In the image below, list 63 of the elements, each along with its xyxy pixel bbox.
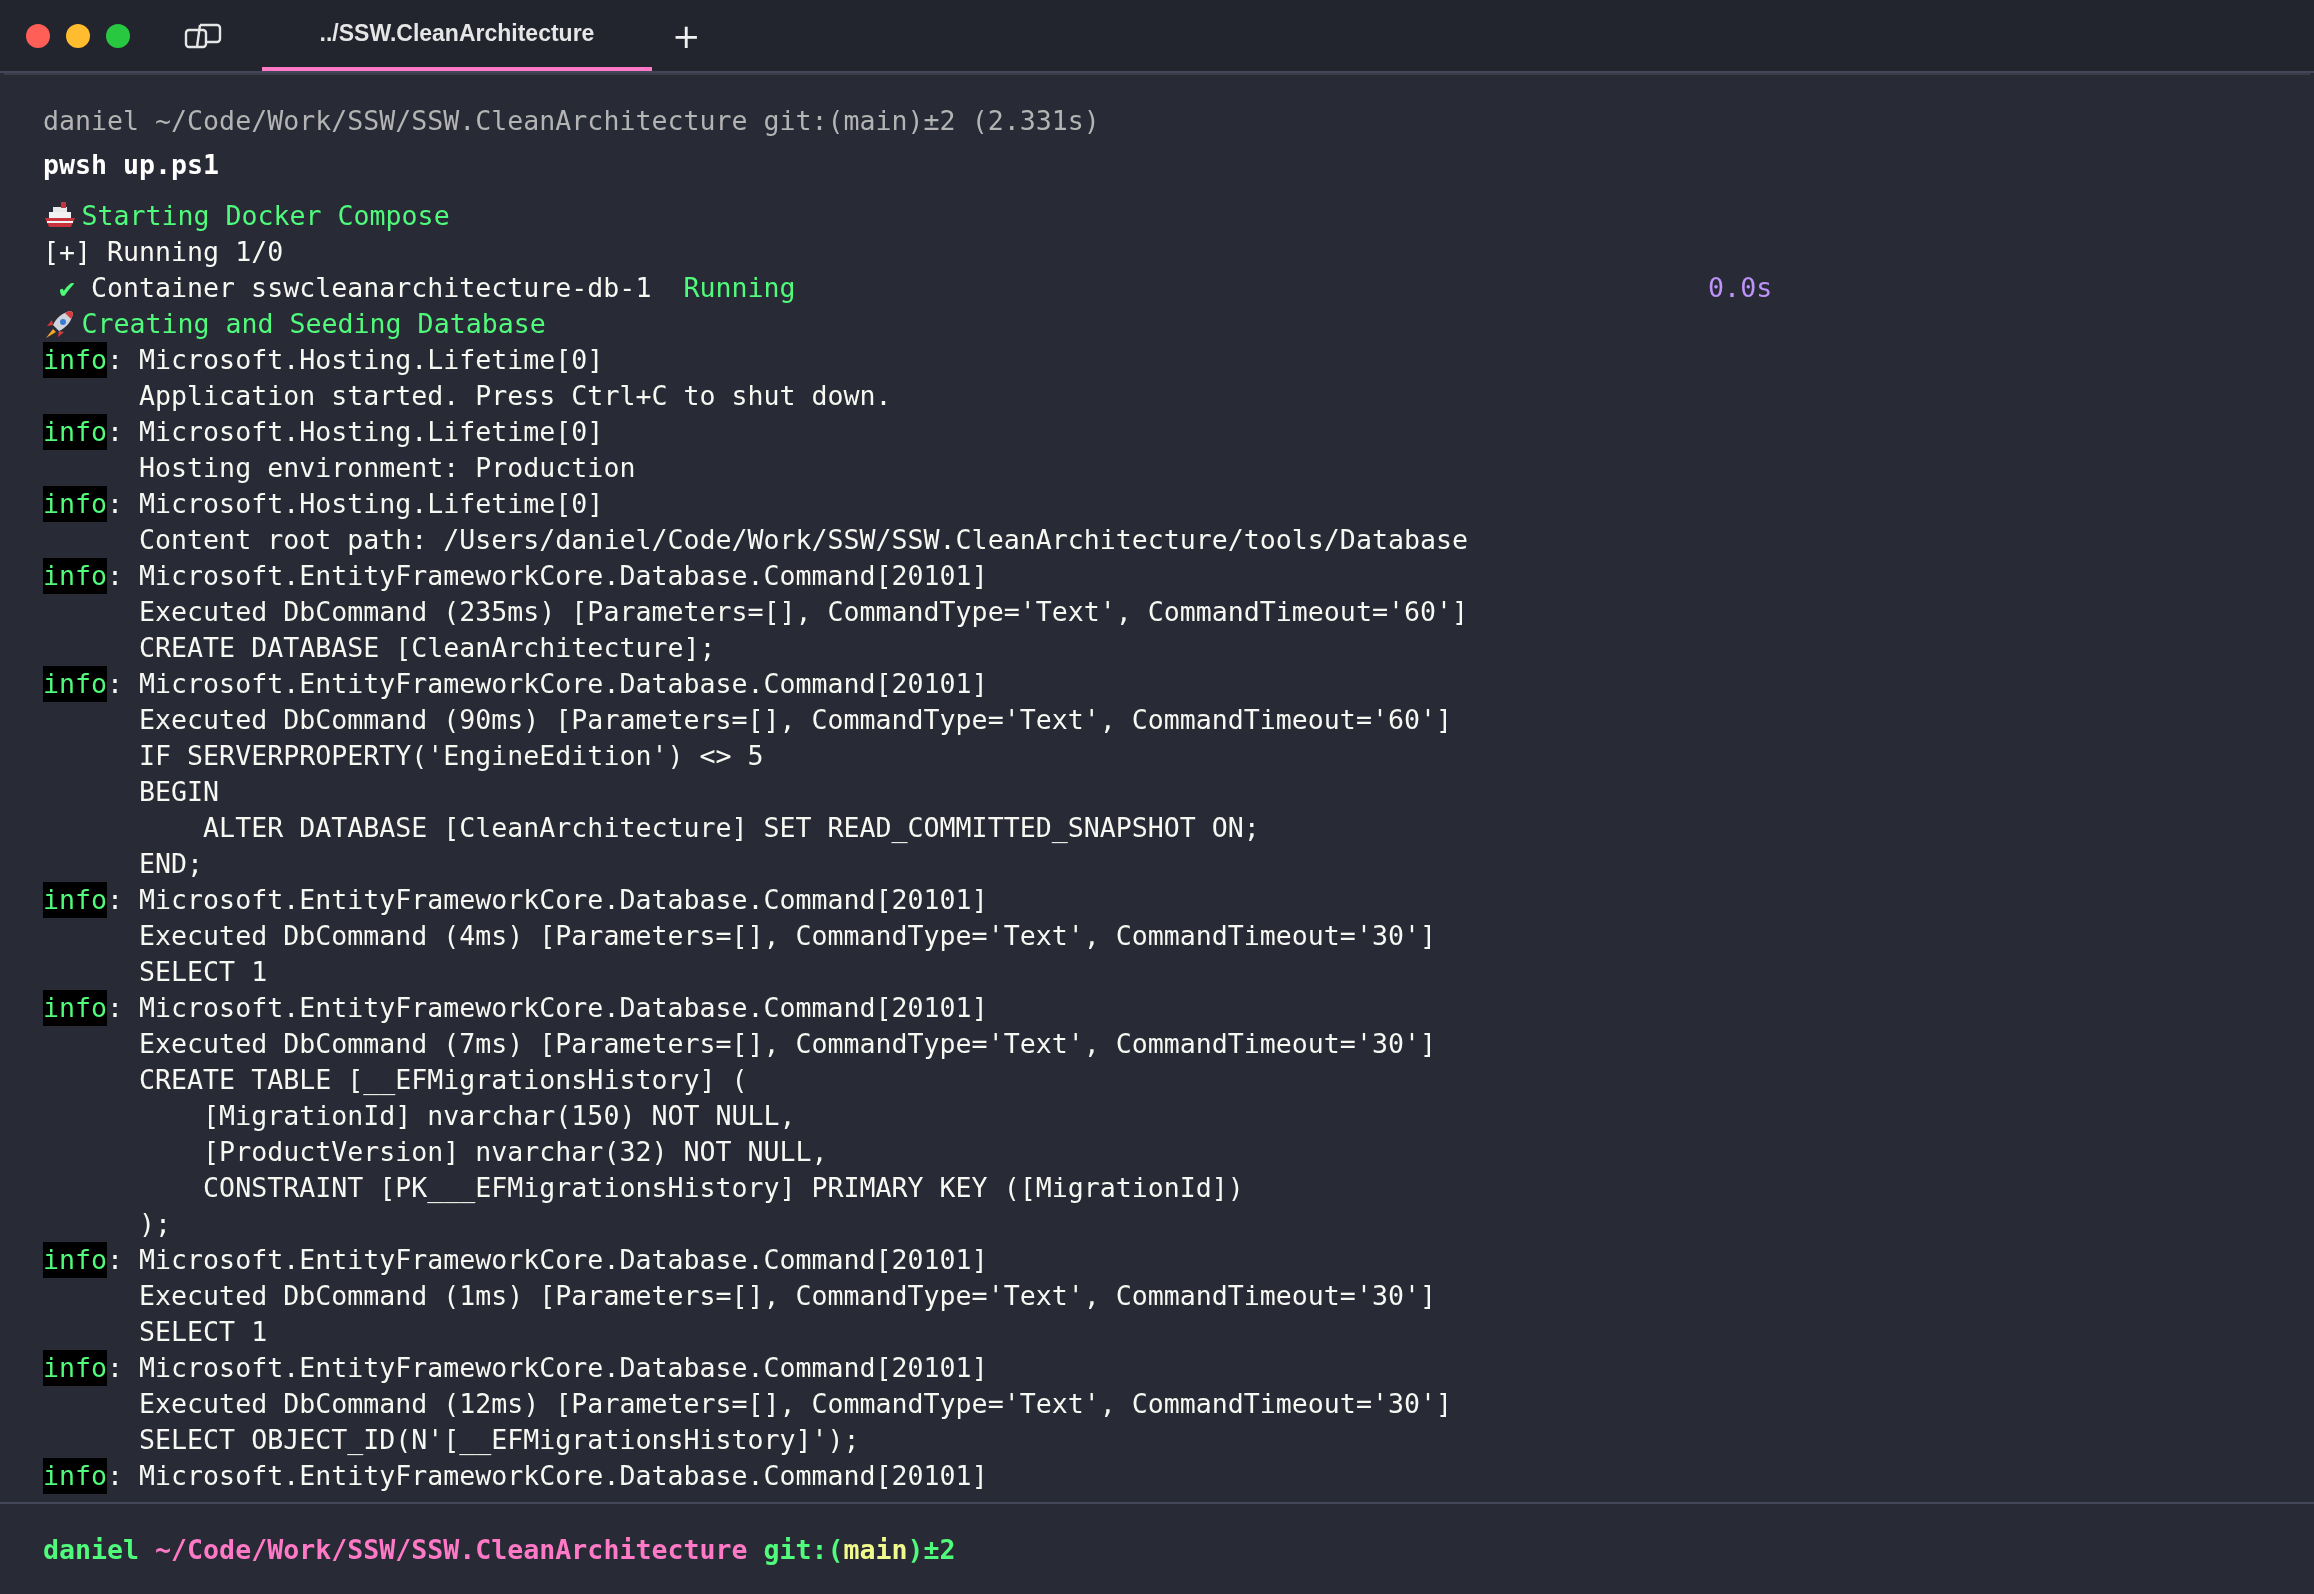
log-message: CREATE DATABASE [CleanArchitecture];: [139, 631, 716, 665]
log-message: );: [139, 1207, 172, 1241]
log-level: info: [43, 558, 108, 594]
log-message: Content root path: /Users/daniel/Code/Work/SSW/SSW.CleanArchitecture/tools/Database: [139, 523, 1468, 557]
log-level: info: [43, 990, 108, 1026]
log-level: info: [43, 1350, 108, 1386]
log-source: : Microsoft.EntityFrameworkCore.Database.Command[20101]: [107, 667, 988, 701]
log-message: SELECT 1: [139, 1315, 268, 1349]
prompt-path: ~/Code/Work/SSW/SSW.CleanArchitecture: [155, 1533, 748, 1565]
duration-text: 0.0s: [1708, 271, 1773, 305]
log-message: Executed DbCommand (7ms) [Parameters=[], CommandType='Text', CommandTimeout='30']: [139, 1027, 1436, 1061]
tab[interactable]: ../SSW.CleanArchitecture: [262, 0, 652, 71]
container-name: Container sswcleanarchitecture-db-1: [91, 271, 652, 305]
log-source: : Microsoft.EntityFrameworkCore.Database.Command[20101]: [107, 559, 988, 593]
command-text: pwsh up.ps1: [43, 148, 220, 182]
status-text: Running: [683, 271, 796, 305]
log-message: Executed DbCommand (1ms) [Parameters=[], CommandType='Text', CommandTimeout='30']: [139, 1279, 1436, 1313]
git-status: )±2: [907, 1533, 956, 1565]
new-tab-button[interactable]: +: [664, 0, 709, 71]
check-icon: ✔: [59, 270, 75, 306]
log-message: CREATE TABLE [__EFMigrationsHistory] (: [139, 1063, 748, 1097]
log-message: IF SERVERPROPERTY('EngineEdition') <> 5: [139, 739, 764, 773]
log-level: info: [43, 414, 108, 450]
log-message: Executed DbCommand (4ms) [Parameters=[], CommandType='Text', CommandTimeout='30']: [139, 919, 1436, 953]
log-level: info: [43, 1242, 108, 1278]
rocket-icon: [43, 308, 75, 340]
log-level: info: [43, 342, 108, 378]
log-message: ALTER DATABASE [CleanArchitecture] SET READ_COMMITTED_SNAPSHOT ON;: [202, 811, 1260, 845]
log-message: SELECT 1: [139, 955, 268, 989]
zoom-button[interactable]: [106, 23, 130, 48]
log-source: : Microsoft.EntityFrameworkCore.Database.Command[20101]: [107, 991, 988, 1025]
log-message: SELECT OBJECT_ID(N'[__EFMigrationsHistory]');: [139, 1423, 860, 1457]
git-branch: main: [843, 1533, 908, 1565]
step-text: Creating and Seeding Database: [81, 307, 546, 341]
log-source: : Microsoft.EntityFrameworkCore.Database.Command[20101]: [107, 883, 988, 917]
log-source: : Microsoft.EntityFrameworkCore.Database.Command[20101]: [107, 1243, 988, 1277]
git-label: git:(: [763, 1533, 844, 1565]
output-text: [+] Running 1/0: [43, 235, 284, 269]
log-source: : Microsoft.Hosting.Lifetime[0]: [107, 415, 604, 449]
log-message: END;: [139, 847, 204, 881]
log-level: info: [43, 486, 108, 522]
log-message: Executed DbCommand (235ms) [Parameters=[], CommandType='Text', CommandTimeout='60']: [139, 595, 1468, 629]
log-source: : Microsoft.EntityFrameworkCore.Database.Command[20101]: [107, 1351, 988, 1385]
log-level: info: [43, 1458, 108, 1494]
log-message: Hosting environment: Production: [139, 451, 636, 485]
log-level: info: [43, 666, 108, 702]
minimize-button[interactable]: [66, 23, 90, 48]
log-message: Executed DbCommand (12ms) [Parameters=[], CommandType='Text', CommandTimeout='30']: [139, 1387, 1452, 1421]
prompt-text: daniel ~/Code/Work/SSW/SSW.CleanArchitecture git:(main)±2 (2.331s): [43, 104, 1100, 138]
log-message: CONSTRAINT [PK___EFMigrationsHistory] PRIMARY KEY ([MigrationId]): [202, 1171, 1244, 1205]
log-source: : Microsoft.Hosting.Lifetime[0]: [107, 487, 604, 521]
log-level: info: [43, 882, 108, 918]
close-button[interactable]: [26, 23, 50, 48]
log-message: Executed DbCommand (90ms) [Parameters=[], CommandType='Text', CommandTimeout='60']: [139, 703, 1452, 737]
prompt-user: daniel: [43, 1533, 140, 1565]
log-source: : Microsoft.EntityFrameworkCore.Database.Command[20101]: [107, 1459, 988, 1493]
windows-icon: [184, 21, 222, 50]
step-text: Starting Docker Compose: [81, 199, 450, 233]
log-source: : Microsoft.Hosting.Lifetime[0]: [107, 343, 604, 377]
log-message: [MigrationId] nvarchar(150) NOT NULL,: [202, 1099, 796, 1133]
log-message: [ProductVersion] nvarchar(32) NOT NULL,: [202, 1135, 828, 1169]
log-message: Application started. Press Ctrl+C to shut down.: [139, 379, 892, 413]
log-message: BEGIN: [139, 775, 220, 809]
